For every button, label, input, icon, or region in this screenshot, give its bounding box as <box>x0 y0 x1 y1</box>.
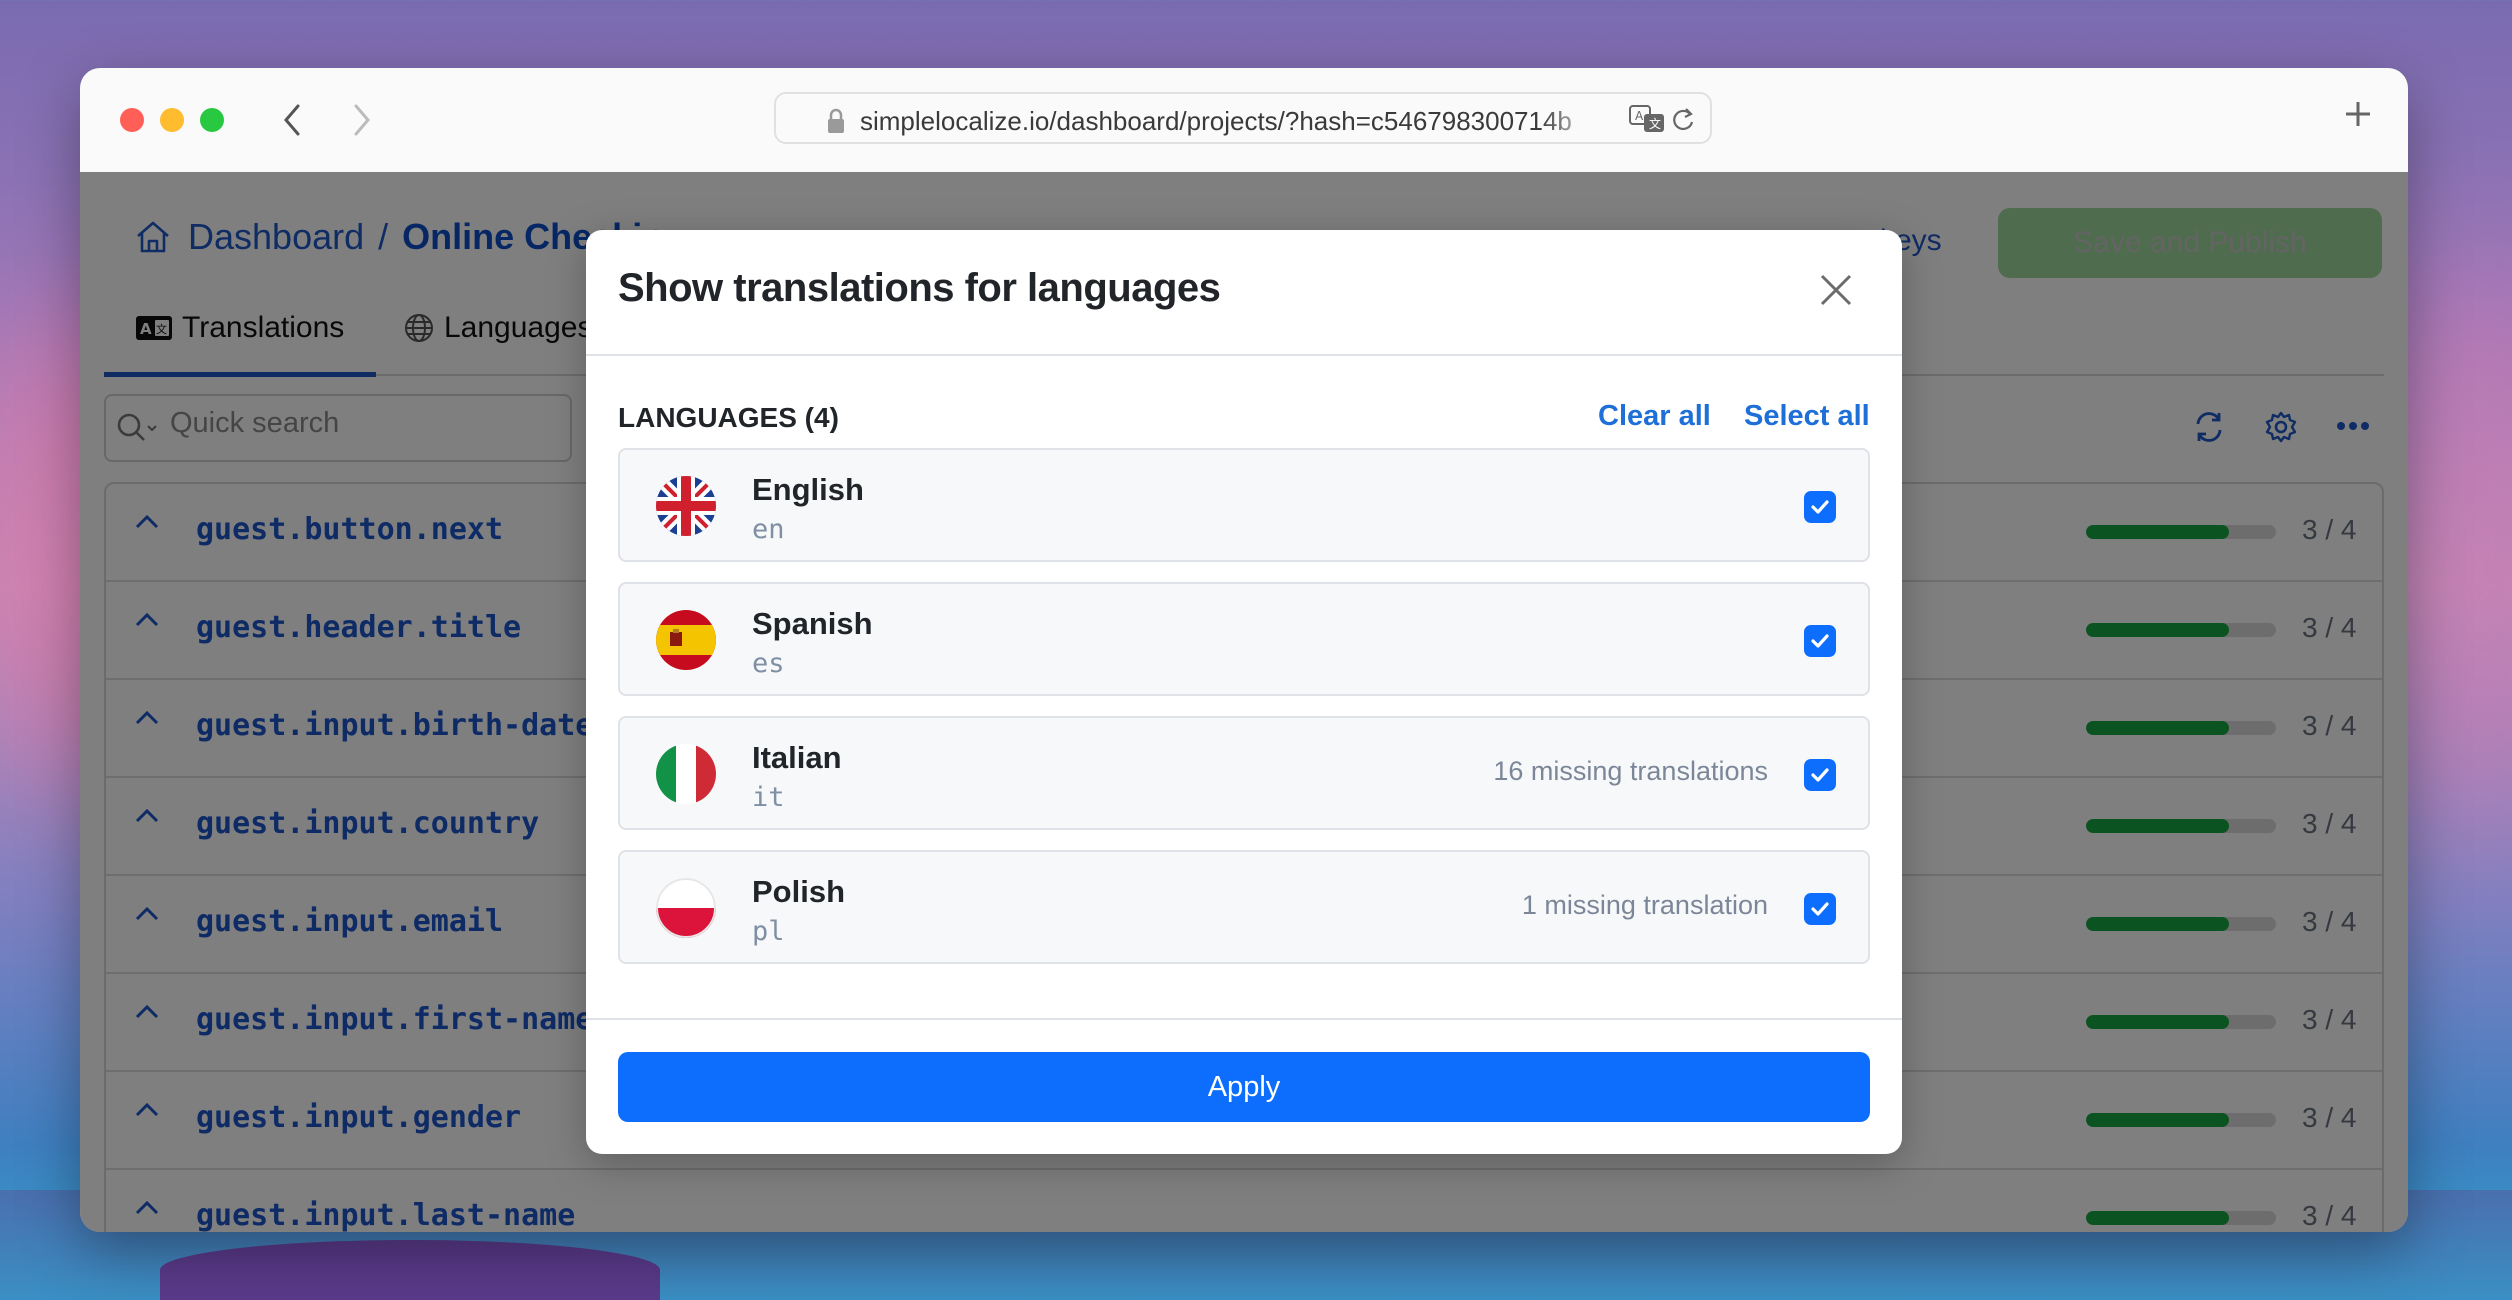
checkmark-icon <box>1811 500 1829 514</box>
chevron-left-icon <box>284 104 300 136</box>
spain-flag-icon <box>656 610 716 670</box>
url-text[interactable]: simplelocalize.io/dashboard/projects/?ha… <box>860 106 1600 137</box>
lock-icon <box>828 108 844 133</box>
modal-header: Show translations for languages <box>586 230 1902 356</box>
modal-footer: Apply <box>586 1018 1902 1154</box>
missing-translations: 1 missing translation <box>1521 890 1768 920</box>
language-name: Spanish <box>752 606 873 641</box>
close-window-button[interactable] <box>120 108 144 132</box>
languages-count-heading: LANGUAGES (4) <box>618 402 839 433</box>
language-code: en <box>752 514 785 545</box>
language-checkbox[interactable] <box>1804 759 1836 791</box>
translate-page-icon[interactable]: A文 <box>1628 104 1666 136</box>
language-list: English en Spanish es Italian it 16 miss… <box>618 448 1870 984</box>
language-item-english[interactable]: English en <box>618 448 1870 562</box>
language-item-spanish[interactable]: Spanish es <box>618 582 1870 696</box>
select-all-button[interactable]: Select all <box>1744 400 1870 433</box>
modal-title: Show translations for languages <box>618 266 1221 310</box>
missing-translations: 16 missing translations <box>1493 756 1768 786</box>
language-name: Italian <box>752 740 842 775</box>
checkmark-icon <box>1811 902 1829 916</box>
back-button[interactable] <box>272 98 312 142</box>
checkmark-icon <box>1811 768 1829 782</box>
italy-flag-icon <box>656 744 716 804</box>
language-item-polish[interactable]: Polish pl 1 missing translation <box>618 850 1870 964</box>
language-filter-modal: Show translations for languages LANGUAGE… <box>586 230 1902 1154</box>
language-checkbox[interactable] <box>1804 893 1836 925</box>
maximize-window-button[interactable] <box>200 108 224 132</box>
chevron-right-icon <box>354 104 370 136</box>
language-code: pl <box>752 916 785 947</box>
address-bar[interactable]: simplelocalize.io/dashboard/projects/?ha… <box>774 92 1712 144</box>
browser-titlebar: simplelocalize.io/dashboard/projects/?ha… <box>80 68 2408 172</box>
apply-button[interactable]: Apply <box>618 1052 1870 1122</box>
language-item-italian[interactable]: Italian it 16 missing translations <box>618 716 1870 830</box>
language-code: it <box>752 782 785 813</box>
language-checkbox[interactable] <box>1804 625 1836 657</box>
close-icon[interactable] <box>1818 272 1854 308</box>
language-checkbox[interactable] <box>1804 491 1836 523</box>
poland-flag-icon <box>656 878 716 938</box>
language-code: es <box>752 648 785 679</box>
new-tab-button[interactable] <box>2344 100 2372 128</box>
reload-icon[interactable] <box>1670 106 1696 134</box>
minimize-window-button[interactable] <box>160 108 184 132</box>
svg-text:A: A <box>1635 109 1644 123</box>
uk-flag-icon <box>656 476 716 536</box>
language-name: Polish <box>752 874 846 909</box>
checkmark-icon <box>1811 634 1829 648</box>
svg-text:文: 文 <box>1649 116 1661 131</box>
language-name: English <box>752 472 864 507</box>
clear-all-button[interactable]: Clear all <box>1598 400 1711 433</box>
forward-button[interactable] <box>342 98 382 142</box>
